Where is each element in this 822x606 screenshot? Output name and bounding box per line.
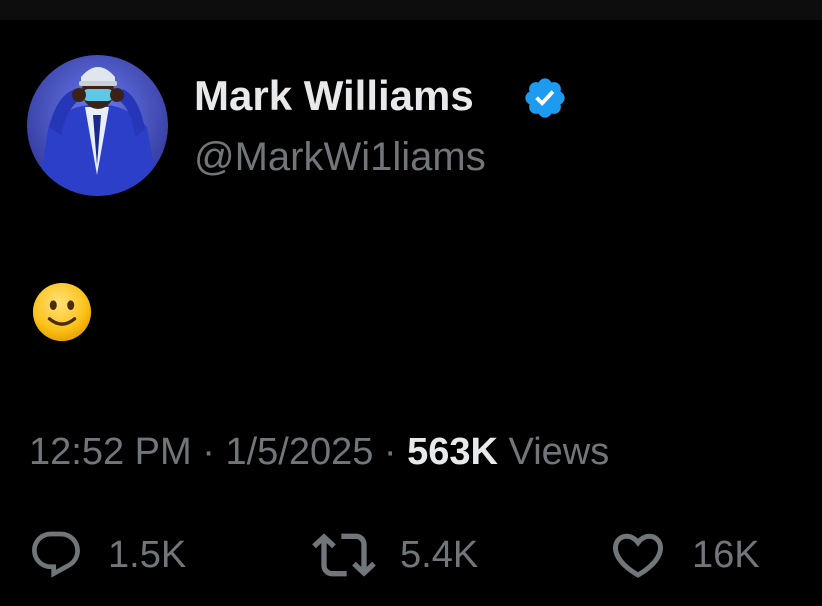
- meta-separator: ·: [202, 431, 215, 473]
- like-count: 16K: [692, 533, 760, 576]
- retweet-button[interactable]: 5.4K: [312, 525, 478, 585]
- avatar[interactable]: [27, 55, 168, 196]
- reply-button[interactable]: 1.5K: [28, 525, 186, 585]
- like-button[interactable]: 16K: [608, 525, 760, 585]
- views-count: 563K: [407, 431, 498, 473]
- profile-photo: [27, 55, 168, 196]
- meta-separator: ·: [383, 431, 397, 473]
- retweet-icon: [312, 533, 376, 577]
- user-handle[interactable]: @MarkWi1liams: [194, 132, 486, 182]
- reply-count: 1.5K: [108, 533, 187, 576]
- tweet-actions: 1.5K 5.4K 16K: [0, 525, 822, 585]
- tweet-time[interactable]: 12:52 PM: [29, 431, 192, 473]
- verified-badge-icon: [525, 78, 565, 118]
- retweet-count: 5.4K: [400, 533, 479, 576]
- views-label: Views: [508, 431, 610, 473]
- display-name[interactable]: Mark Williams: [194, 70, 474, 122]
- tweet-meta: 12:52 PM · 1/5/2025 · 563K Views: [29, 427, 609, 477]
- top-bar: [0, 0, 822, 20]
- tweet-date[interactable]: 1/5/2025: [225, 431, 373, 473]
- slightly-smiling-face-emoji: [32, 282, 92, 342]
- heart-icon: [612, 533, 664, 578]
- reply-icon: [32, 531, 80, 578]
